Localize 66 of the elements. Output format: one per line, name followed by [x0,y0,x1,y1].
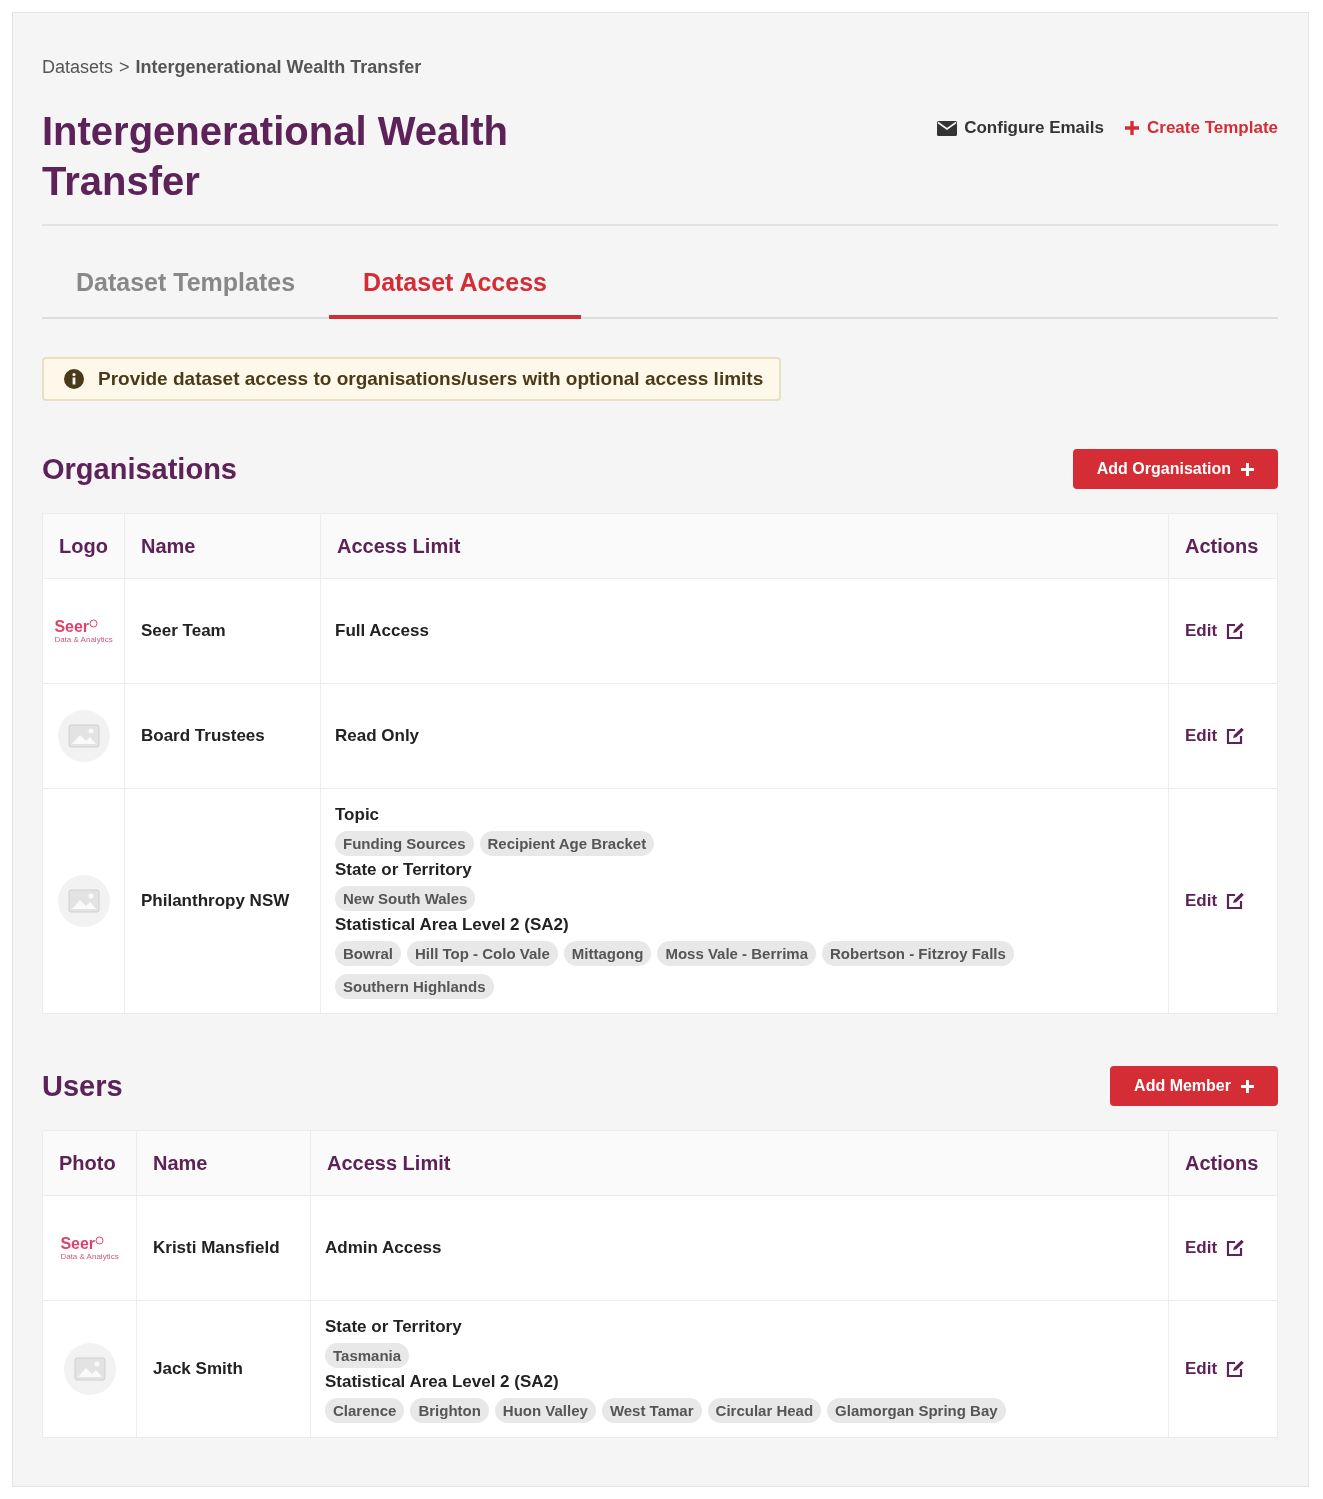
name-text: Jack Smith [153,1359,243,1378]
edit-icon [1225,1239,1246,1257]
tag: Glamorgan Spring Bay [827,1398,1006,1423]
edit-icon [1225,892,1246,910]
access-group-label: Topic [335,805,381,825]
name-text: Philanthropy NSW [141,891,290,910]
tag: Brighton [410,1398,489,1423]
company-logo: Seer Data & Analytics [54,619,113,644]
tag: Clarence [325,1398,405,1423]
configure-emails-link[interactable]: Configure Emails [937,118,1104,138]
name-text: Board Trustees [141,726,265,745]
section-title: Users [42,1069,123,1103]
edit-icon [1225,1360,1246,1378]
access-group-label: State or Territory [335,860,473,880]
breadcrumb-current: Intergenerational Wealth Transfer [135,57,422,78]
tag: Funding Sources [335,831,474,856]
tag: Tasmania [325,1343,410,1368]
section-title: Organisations [42,452,237,486]
plus-icon [1241,462,1254,476]
name-text: Seer Team [141,621,226,640]
tag: Bowral [335,941,401,966]
edit-icon [1225,622,1246,640]
tag: Moss Vale - Berrima [657,941,816,966]
tag: Mittagong [563,941,652,966]
tag: New South Wales [335,886,476,911]
tag: West Tamar [601,1398,702,1423]
column-header: Access Limit [337,534,461,557]
tag: Circular Head [707,1398,822,1423]
company-logo: Seer Data & Analytics [60,1236,119,1261]
column-header: Name [141,534,196,557]
access-text: Admin Access [325,1238,442,1257]
add-button[interactable]: Add Member [1110,1066,1278,1106]
access-text: Full Access [335,621,429,640]
column-header: Access Limit [327,1151,451,1174]
edit-link[interactable]: Edit [1185,621,1246,641]
edit-link[interactable]: Edit [1185,1359,1246,1379]
column-header: Logo [59,534,108,557]
breadcrumb-link[interactable]: Datasets [42,57,114,78]
tag: Southern Highlands [335,974,494,999]
tag: Recipient Age Bracket [479,831,655,856]
access-group-label: Statistical Area Level 2 (SA2) [325,1372,560,1392]
edit-link[interactable]: Edit [1185,1238,1246,1258]
column-header: Actions [1185,534,1259,557]
column-header: Name [153,1151,208,1174]
info-text: Provide dataset access to organisations/users with optional access limits [98,368,764,390]
edit-icon [1225,727,1246,745]
access-text: Read Only [335,726,420,745]
breadcrumb-separator: > [119,57,130,78]
edit-link[interactable]: Edit [1185,891,1246,911]
edit-link[interactable]: Edit [1185,726,1246,746]
add-button[interactable]: Add Organisation [1072,449,1278,489]
envelope-icon [937,120,958,136]
access-group-label: Statistical Area Level 2 (SA2) [335,915,570,935]
info-icon [64,369,84,389]
tag: Hill Top - Colo Vale [407,941,558,966]
page-title: Intergenerational Wealth Transfer [42,108,509,205]
name-text: Kristi Mansfield [153,1238,280,1257]
create-template-link[interactable]: Create Template [1124,118,1278,138]
column-header: Photo [59,1151,116,1174]
plus-icon [1241,1079,1254,1093]
tab[interactable]: Dataset Access [329,254,581,319]
column-header: Actions [1185,1151,1259,1174]
tag: Robertson - Fitzroy Falls [822,941,1014,966]
plus-icon [1124,120,1140,136]
access-group-label: State or Territory [325,1317,463,1337]
tag: Huon Valley [494,1398,596,1423]
